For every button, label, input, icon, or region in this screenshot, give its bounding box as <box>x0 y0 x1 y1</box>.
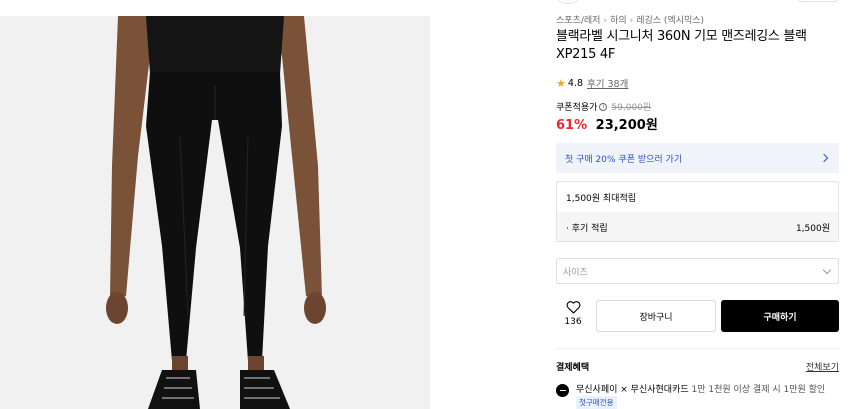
coupon-price-row: 쿠폰적용가 i 59,000원 <box>556 100 651 113</box>
chevron-down-icon <box>822 265 832 274</box>
sale-price-row: 61% 23,200원 <box>556 114 658 133</box>
breadcrumb-item[interactable]: 레깅스 (엑시믹스) <box>636 16 704 26</box>
sale-price: 23,200원 <box>595 118 658 133</box>
breadcrumb-separator-icon: › <box>629 16 634 26</box>
like-button[interactable]: 136 <box>556 300 590 332</box>
coupon-banner-text: 첫 구매 20% 쿠폰 받으러 가기 <box>565 154 683 165</box>
product-title: 블랙라벨 시그니처 360N 기모 맨즈레깅스 블랙 XP215 4F <box>556 29 807 62</box>
size-select[interactable]: 사이즈 <box>556 258 839 284</box>
add-to-cart-button[interactable]: 장바구니 <box>596 300 716 332</box>
like-count: 136 <box>564 317 582 327</box>
points-row-value: 1,500원 <box>795 224 830 234</box>
star-icon: ★ <box>556 76 566 90</box>
benefit-card: 무신사페이 × 무신사현대카드 <box>576 385 689 395</box>
points-title: 1,500원 최대적립 <box>566 193 637 204</box>
product-image <box>0 16 430 409</box>
product-info-panel: 스포츠/레저 › 하의 › 레깅스 (엑시믹스) 블랙라벨 시그니처 360N 기모 맨… <box>556 0 839 409</box>
chevron-right-icon <box>819 153 829 163</box>
heart-icon <box>566 300 581 314</box>
breadcrumb-separator-icon: › <box>603 16 608 26</box>
payment-benefits-header: 결제혜택 전체보기 <box>556 360 839 373</box>
breadcrumb-item[interactable]: 하의 <box>610 16 627 26</box>
coupon-price-label: 쿠폰적용가 <box>556 103 598 113</box>
rating-value: 4.8 <box>567 77 583 89</box>
buy-now-button[interactable]: 구매하기 <box>721 300 839 332</box>
size-select-placeholder: 사이즈 <box>563 267 588 278</box>
product-photo-illustration <box>0 16 430 409</box>
points-row: · 후기 적립 1,500원 <box>557 212 838 241</box>
breadcrumb: 스포츠/레저 › 하의 › 레깅스 (엑시믹스) <box>556 13 704 26</box>
info-icon[interactable]: i <box>599 102 608 111</box>
payment-benefit-item[interactable]: 무신사페이 × 무신사현대카드 1만 1천원 이상 결제 시 1만원 할인 첫구… <box>556 382 839 409</box>
rating: ★ 4.8 후기 38개 <box>556 76 628 91</box>
view-all-link[interactable]: 전체보기 <box>806 360 839 373</box>
first-purchase-badge: 첫구매전용 <box>576 396 617 409</box>
musinsa-pay-icon <box>556 384 569 397</box>
benefit-text: 무신사페이 × 무신사현대카드 1만 1천원 이상 결제 시 1만원 할인 <box>576 382 825 395</box>
points-box: 1,500원 최대적립 · 후기 적립 1,500원 <box>556 181 839 242</box>
breadcrumb-item[interactable]: 스포츠/레저 <box>556 16 600 26</box>
benefit-description: 1만 1천원 이상 결제 시 1만원 할인 <box>691 385 826 395</box>
points-row-label: · 후기 적립 <box>566 224 608 234</box>
divider <box>556 348 839 349</box>
review-link[interactable]: 후기 38개 <box>587 76 628 90</box>
payment-benefits-title: 결제혜택 <box>556 363 590 373</box>
first-purchase-coupon-banner[interactable]: 첫 구매 20% 쿠폰 받으러 가기 <box>556 143 839 173</box>
original-price: 59,000원 <box>611 103 652 113</box>
discount-rate: 61% <box>556 118 588 133</box>
